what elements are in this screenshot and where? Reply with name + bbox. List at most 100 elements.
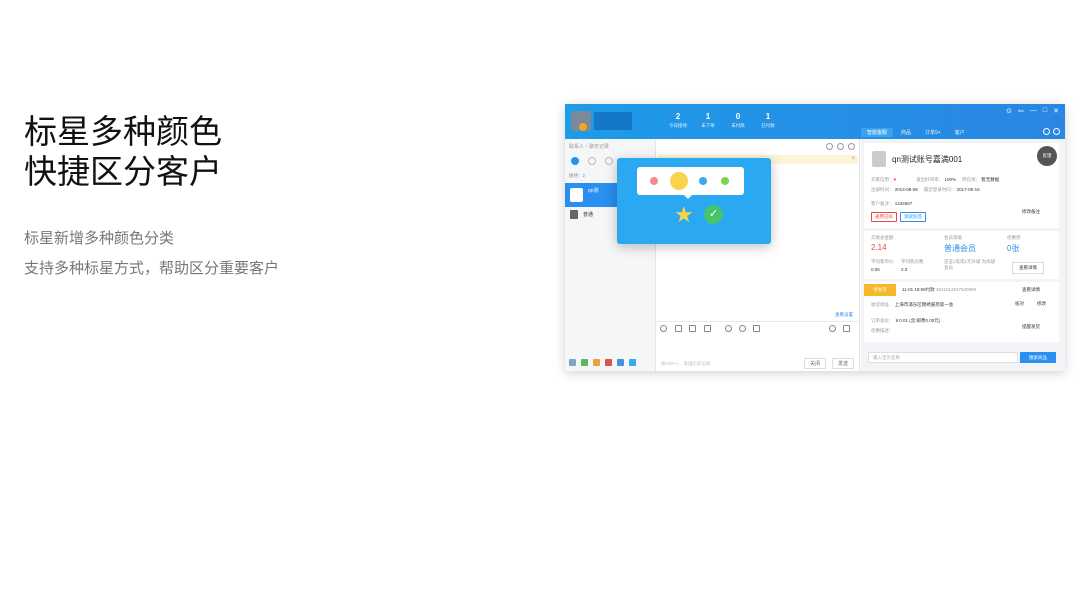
feedback-badge[interactable]: 反馈 [1037,146,1057,166]
refresh-icon[interactable] [1043,128,1050,135]
view-detail-button[interactable]: 查看详情 [1012,262,1044,274]
contact-avatar [570,210,578,219]
close-button[interactable]: 关闭 [803,358,826,369]
app-icon[interactable] [581,359,588,366]
history-icon[interactable] [826,143,833,150]
stat-not-ordered[interactable]: 1 未下单 [693,112,723,130]
clock-icon[interactable] [588,157,596,165]
promo-description-2: 支持多种标星方式，帮助区分重要客户 [24,260,280,277]
group-label: 接待：2 [569,173,586,178]
app-icon[interactable] [605,359,612,366]
account-name-block [594,112,632,130]
settings-icon[interactable] [1053,128,1060,135]
order-status-badge: 待发货 [864,284,896,296]
switch-icon[interactable]: ⇦ [1018,107,1024,115]
font-icon[interactable] [675,325,682,332]
order-price: 订单总价： ￥0.01 (含:邮费0.00元) [871,318,941,323]
view-settings-link[interactable]: 查看设置 [835,312,853,318]
document-icon[interactable] [753,325,760,332]
status-icon[interactable]: ⊙ [1006,107,1012,115]
user-icon[interactable] [605,157,613,165]
chat-icon[interactable] [571,157,579,165]
promo-title: 标星多种颜色 快捷区分客户 [24,112,222,192]
tab-products[interactable]: 商品 [895,128,917,137]
contact-search-input[interactable]: 联系人・聊天记录 [569,143,609,150]
customer-info-card: qn测试账号嘉満001 反馈 买家信用：♥ 发出好评率： 100% 所在地： 暂… [864,143,1059,228]
menu-icon[interactable] [569,359,576,366]
customer-tags: 通用已标 测试标签 [871,212,926,222]
promo-description-1: 标星新增多种颜色分类 [24,230,175,247]
color-green-option[interactable] [721,177,729,185]
customer-stats-card: 交易总金额 2.14 会员等级 普通会员 优惠券 0张 平均客单价 0.05 平… [864,231,1059,279]
customer-note-row: 客户备注： 1234567 [871,201,913,206]
chat-top-icons [826,143,855,150]
tag-general[interactable]: 通用已标 [871,212,897,222]
contact-filter-icons [571,157,613,165]
transfer-icon[interactable] [837,143,844,150]
stat-unpaid[interactable]: 0 未付款 [723,112,753,130]
promo-title-line1: 标星多种颜色 [24,113,222,150]
color-blue-option[interactable] [699,177,707,185]
avg-order-price: 平均客单价 0.05 [871,259,894,272]
stat-today[interactable]: 2 今日接待 [663,112,693,130]
app-icon[interactable] [629,359,636,366]
tab-smart-service[interactable]: 智能客服 [861,128,894,137]
contact-name: 普通 [583,212,594,218]
mail-icon[interactable] [848,143,855,150]
avatar[interactable] [571,111,591,131]
product-search-input[interactable]: 输入宝贝名称 [868,352,1018,363]
emoji-icon[interactable] [660,325,667,332]
order-detail-button[interactable]: 查看详情 [1016,285,1046,295]
remind-ship-button[interactable]: 提醒发货 [1016,322,1046,332]
close-icon[interactable]: × [851,155,855,164]
left-bottom-toolbar [569,359,636,366]
modify-address-button[interactable]: 修改 [1036,299,1047,309]
right-tabs: 智能客服 商品 订单9+ 客户 [861,128,971,137]
reception-stats: 2 今日接待 1 未下单 0 未付款 1 已付款 [663,112,783,130]
chat-input-hint[interactable]: 按Ctrl+↵，发送历史记录 [661,361,710,367]
order-header: 11-01 19:59付款 2541012537520069 [902,287,976,292]
globe-icon[interactable] [725,325,732,332]
close-icon[interactable]: ✕ [1053,107,1059,115]
stat-paid[interactable]: 1 已付款 [753,112,783,130]
heart-icon[interactable] [739,325,746,332]
tab-customer[interactable]: 客户 [949,128,971,137]
chat-buttons: 关闭 发送 [803,358,854,369]
tag-test[interactable]: 测试标签 [900,212,926,222]
member-level: 会员等级 普通会员 [944,235,976,253]
image-icon[interactable] [689,325,696,332]
app-header: 2 今日接待 1 未下单 0 未付款 1 已付款 ⊙ ⇦ — □ ✕ 智能客服 [565,104,1065,139]
star-icon[interactable]: ★ [674,204,694,226]
scissors-icon[interactable] [704,325,711,332]
chat-input-toolbar [656,321,860,333]
maximize-icon[interactable]: □ [1043,107,1047,115]
send-button[interactable]: 发送 [831,358,854,369]
quick-reply-icon[interactable] [829,325,836,332]
contact-avatar [570,188,583,202]
more-icon[interactable] [843,325,850,332]
color-red-option[interactable] [650,177,658,185]
color-yellow-option[interactable] [670,172,688,190]
app-icon[interactable] [617,359,624,366]
contact-name: qn测 [588,188,599,194]
total-amount: 交易总金额 2.14 [871,235,894,252]
header-right-icons [1043,128,1060,135]
minimize-icon[interactable]: — [1030,107,1037,115]
promo-title-line2: 快捷区分客户 [24,153,222,190]
customer-credit-row: 买家信用：♥ 发出好评率： 100% 所在地： 暂无数据 [871,177,1000,182]
avg-buy-count: 平均购买数 2.3 [901,259,924,272]
order-discount: 优惠描述： [871,328,894,333]
coupons: 优惠券 0张 [1007,235,1021,253]
customer-time-row: 注册时间： 2014-08-08 最近登录时间： 2017-05-18 [871,187,980,192]
customer-panel: qn测试账号嘉満001 反馈 买家信用：♥ 发出好评率： 100% 所在地： 暂… [861,139,1065,371]
check-icon[interactable]: ✓ [704,205,723,224]
color-picker [637,167,744,199]
tab-orders[interactable]: 订单9+ [919,128,947,137]
app-icon[interactable] [593,359,600,366]
check-address-button[interactable]: 核对 [1014,299,1025,309]
order-address: 收货地址： 上海市浦东区锦绣嘉苑第一会 [871,302,954,307]
customer-name: qn测试账号嘉満001 [892,155,963,164]
search-product-button[interactable]: 搜索商品 [1020,352,1056,363]
window-controls: ⊙ ⇦ — □ ✕ [1006,107,1059,115]
edit-note-button[interactable]: 修改备注 [1016,207,1046,217]
